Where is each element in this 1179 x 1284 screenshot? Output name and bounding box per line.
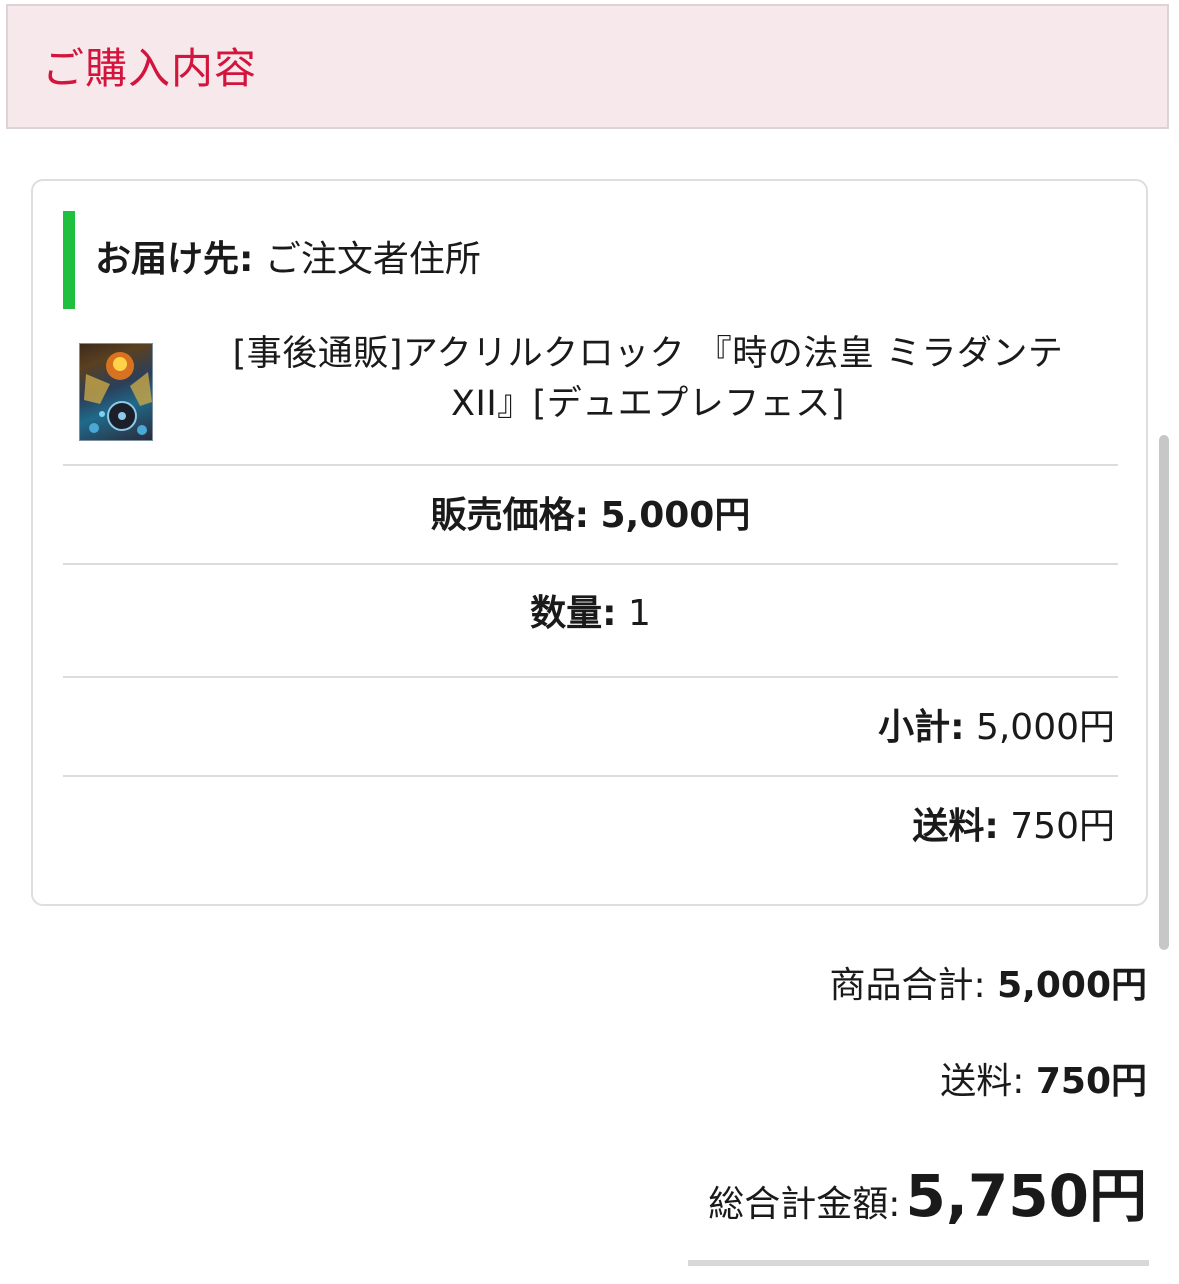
divider (63, 563, 1118, 565)
items-total-label: 商品合計: (829, 965, 986, 1006)
summary-shipping-row: 送料: 750円 (0, 1058, 1147, 1106)
quantity-row: 数量: 1 (63, 591, 1118, 637)
subtotal-value: 5,000円 (975, 707, 1115, 748)
bottom-divider (688, 1260, 1149, 1266)
grand-total-row: 総合計金額: 5,750円 (0, 1160, 1147, 1247)
shipping-label: お届け先: (95, 239, 254, 280)
subtotal-label: 小計: (878, 707, 965, 748)
order-item-card: お届け先: ご注文者住所 [事後通販]アクリルクロック 『時の法皇 ミラダンテ … (31, 179, 1148, 906)
product-name[interactable]: [事後通販]アクリルクロック 『時の法皇 ミラダンテ XII』[デュエプレフェス… (173, 329, 1123, 429)
summary-shipping-value: 750円 (1035, 1061, 1147, 1102)
items-total-row: 商品合計: 5,000円 (0, 962, 1147, 1010)
shipping-fee-value: 750円 (1010, 806, 1115, 847)
shipping-value: ご注文者住所 (264, 239, 481, 280)
price-label: 販売価格: (430, 495, 590, 536)
quantity-value: 1 (627, 593, 651, 634)
product-image (84, 352, 152, 435)
divider (63, 676, 1118, 678)
shipping-fee-row: 送料: 750円 (63, 804, 1115, 850)
grand-total-value: 5,750円 (905, 1162, 1147, 1230)
shipping-accent-bar (63, 211, 75, 309)
price-row: 販売価格: 5,000円 (63, 493, 1118, 539)
divider (63, 464, 1118, 466)
order-contents-header: ご購入内容 (6, 4, 1169, 129)
product-thumbnail[interactable] (79, 343, 153, 441)
page-title: ご購入内容 (42, 44, 258, 93)
subtotal-row: 小計: 5,000円 (63, 705, 1115, 751)
product-name-line1: [事後通販]アクリルクロック 『時の法皇 ミラダンテ (232, 334, 1064, 374)
price-value: 5,000円 (600, 495, 751, 536)
quantity-label: 数量: (530, 593, 617, 634)
product-name-line2: XII』[デュエプレフェス] (451, 384, 845, 424)
shipping-destination: お届け先: ご注文者住所 (95, 237, 481, 283)
scrollbar[interactable] (1159, 435, 1169, 950)
shipping-fee-label: 送料: (912, 806, 999, 847)
grand-total-label: 総合計金額: (708, 1184, 901, 1225)
divider (63, 775, 1118, 777)
summary-shipping-label: 送料: (940, 1061, 1025, 1102)
items-total-value: 5,000円 (997, 965, 1147, 1006)
